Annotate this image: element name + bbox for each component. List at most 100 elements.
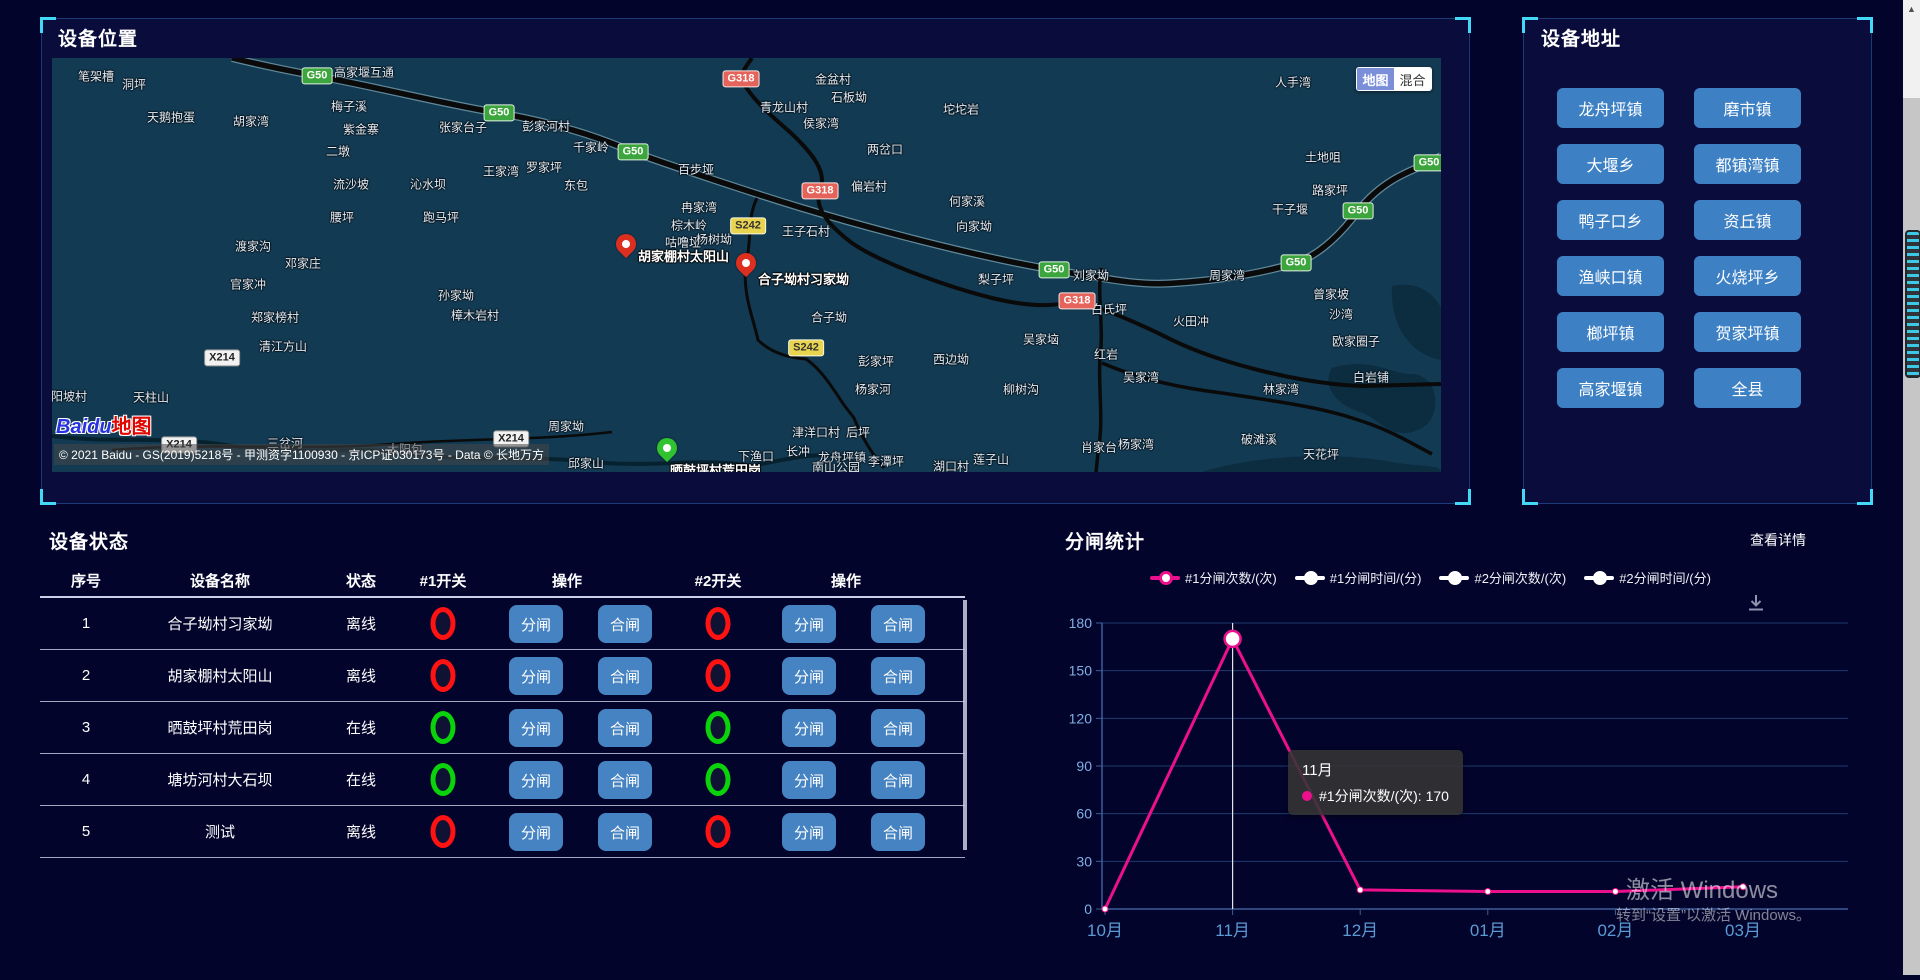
address-button-9[interactable]: 榔坪镇 [1557, 312, 1664, 352]
address-button-5[interactable]: 鸭子口乡 [1557, 200, 1664, 240]
map-place-label: 长冲 [786, 443, 810, 460]
map-type-hybrid-button[interactable]: 混合 [1394, 68, 1431, 90]
svg-text:01月: 01月 [1470, 921, 1506, 940]
open-switch-2-button[interactable]: 分闸 [782, 605, 836, 643]
map-place-label: 跑马坪 [423, 209, 459, 226]
address-button-8[interactable]: 火烧坪乡 [1694, 256, 1801, 296]
device-name: 晒鼓坪村荒田岗 [167, 702, 272, 753]
road-badge-g50: G50 [1039, 261, 1070, 278]
corner-bracket [1455, 17, 1471, 33]
map-place-label: 清江方山 [259, 338, 307, 355]
row-number: 3 [82, 702, 90, 753]
device-name: 测试 [205, 806, 235, 857]
address-button-1[interactable]: 龙舟坪镇 [1557, 88, 1664, 128]
close-switch-2-button[interactable]: 合闸 [871, 709, 925, 747]
map-place-label: 周家湾 [1209, 267, 1245, 284]
address-button-4[interactable]: 都镇湾镇 [1694, 144, 1801, 184]
road-badge-g50: G50 [1281, 254, 1312, 271]
map-type-map-button[interactable]: 地图 [1357, 68, 1394, 90]
status-text: 离线 [346, 598, 376, 649]
table-header-row: 序号设备名称状态#1开关操作#2开关操作 [40, 566, 965, 598]
map-place-label: 紫金寨 [343, 121, 379, 138]
chart-tooltip: 11月 #1分闸次数/(次): 170 [1288, 750, 1463, 815]
open-switch-2-button[interactable]: 分闸 [782, 761, 836, 799]
svg-text:11月: 11月 [1215, 921, 1250, 940]
map-place-label: 吴家湾 [1123, 369, 1159, 386]
open-switch-1-button[interactable]: 分闸 [509, 657, 563, 695]
address-button-12[interactable]: 全县 [1694, 368, 1801, 408]
map-marker-label: 晒鼓坪村荒田岗 [670, 460, 761, 472]
status-indicator-1 [431, 598, 456, 649]
marker-hole-icon [740, 257, 751, 268]
map-place-label: 杨家湾 [1118, 436, 1154, 453]
map-place-label: 干子堰 [1272, 201, 1308, 218]
map-place-label: 彭家河村 [522, 118, 570, 135]
open-switch-2-button[interactable]: 分闸 [782, 813, 836, 851]
map-place-label: 白氏坪 [1091, 301, 1127, 318]
address-button-6[interactable]: 资丘镇 [1694, 200, 1801, 240]
address-button-7[interactable]: 渔峡口镇 [1557, 256, 1664, 296]
led-icon [431, 711, 456, 744]
tooltip-series-value: #1分闸次数/(次): 170 [1319, 786, 1449, 806]
road-badge-g50: G50 [302, 67, 333, 84]
row-number: 2 [82, 650, 90, 701]
road-badge-s242: S242 [730, 217, 766, 234]
road-badge-s242: S242 [788, 339, 824, 356]
marker-hole-icon [620, 238, 631, 249]
device-status-table: 序号设备名称状态#1开关操作#2开关操作 1合子坳村习家坳离线分闸合闸分闸合闸2… [40, 566, 965, 858]
map-place-label: 土地咀 [1305, 149, 1341, 166]
map-place-label: 官家冲 [230, 276, 266, 293]
map-place-label: 合子坳 [811, 309, 847, 326]
map-place-label: 阴阳坡村 [52, 388, 87, 405]
svg-text:120: 120 [1069, 710, 1093, 726]
windows-activation-watermark-sub: 转到“设置”以激活 Windows。 [1616, 904, 1811, 925]
scrollbar-up-icon[interactable]: ▲ [1903, 0, 1920, 17]
map-place-label: 欧家圈子 [1332, 333, 1380, 350]
close-switch-1-button[interactable]: 合闸 [598, 657, 652, 695]
led-icon [706, 815, 731, 848]
map-place-label: 吴家垴 [1023, 331, 1059, 348]
open-switch-2-button[interactable]: 分闸 [782, 657, 836, 695]
corner-bracket [1522, 489, 1538, 505]
map-place-label: 红岩 [1094, 346, 1118, 363]
map-marker-label: 合子坳村习家坳 [758, 269, 849, 288]
close-switch-2-button[interactable]: 合闸 [871, 761, 925, 799]
map-place-label: 邓家庄 [285, 255, 321, 272]
device-name: 合子坳村习家坳 [167, 598, 272, 649]
close-switch-1-button[interactable]: 合闸 [598, 813, 652, 851]
led-icon [431, 659, 456, 692]
close-switch-2-button[interactable]: 合闸 [871, 813, 925, 851]
close-switch-2-button[interactable]: 合闸 [871, 605, 925, 643]
map-place-label: 天花坪 [1303, 446, 1339, 463]
open-switch-1-button[interactable]: 分闸 [509, 813, 563, 851]
close-switch-1-button[interactable]: 合闸 [598, 605, 652, 643]
svg-text:150: 150 [1069, 663, 1093, 679]
address-button-3[interactable]: 大堰乡 [1557, 144, 1664, 184]
map-place-label: 白岩铺 [1353, 369, 1389, 386]
map-place-label: 肖家台 [1081, 439, 1117, 456]
road-badge-x214: X214 [204, 349, 240, 366]
map-place-label: 胡家湾 [233, 113, 269, 130]
status-indicator-1 [431, 754, 456, 805]
open-switch-1-button[interactable]: 分闸 [509, 761, 563, 799]
address-button-11[interactable]: 高家堰镇 [1557, 368, 1664, 408]
address-button-2[interactable]: 磨市镇 [1694, 88, 1801, 128]
device-location-panel: 设备位置 笔架槽洞坪天鹅 [41, 18, 1470, 504]
open-switch-2-button[interactable]: 分闸 [782, 709, 836, 747]
map-place-label: 南山公园 [812, 459, 860, 473]
close-switch-1-button[interactable]: 合闸 [598, 761, 652, 799]
close-switch-2-button[interactable]: 合闸 [871, 657, 925, 695]
status-text: 离线 [346, 806, 376, 857]
map-marker-label: 胡家棚村太阳山 [638, 246, 729, 265]
status-text: 在线 [346, 702, 376, 753]
open-switch-1-button[interactable]: 分闸 [509, 605, 563, 643]
corner-bracket [40, 489, 56, 505]
open-switch-1-button[interactable]: 分闸 [509, 709, 563, 747]
baidu-brand-text: Baidu [56, 416, 112, 438]
baidu-map[interactable]: 笔架槽洞坪天鹅抱蛋胡家湾高家堰互通梅子溪紫金寨二墩张家台子彭家河村千家岭流沙坡沁… [52, 58, 1441, 472]
address-button-10[interactable]: 贺家坪镇 [1694, 312, 1801, 352]
table-body: 1合子坳村习家坳离线分闸合闸分闸合闸2胡家棚村太阳山离线分闸合闸分闸合闸3晒鼓坪… [40, 598, 965, 858]
table-scrollbar[interactable] [963, 600, 967, 850]
device-name: 胡家棚村太阳山 [167, 650, 272, 701]
close-switch-1-button[interactable]: 合闸 [598, 709, 652, 747]
